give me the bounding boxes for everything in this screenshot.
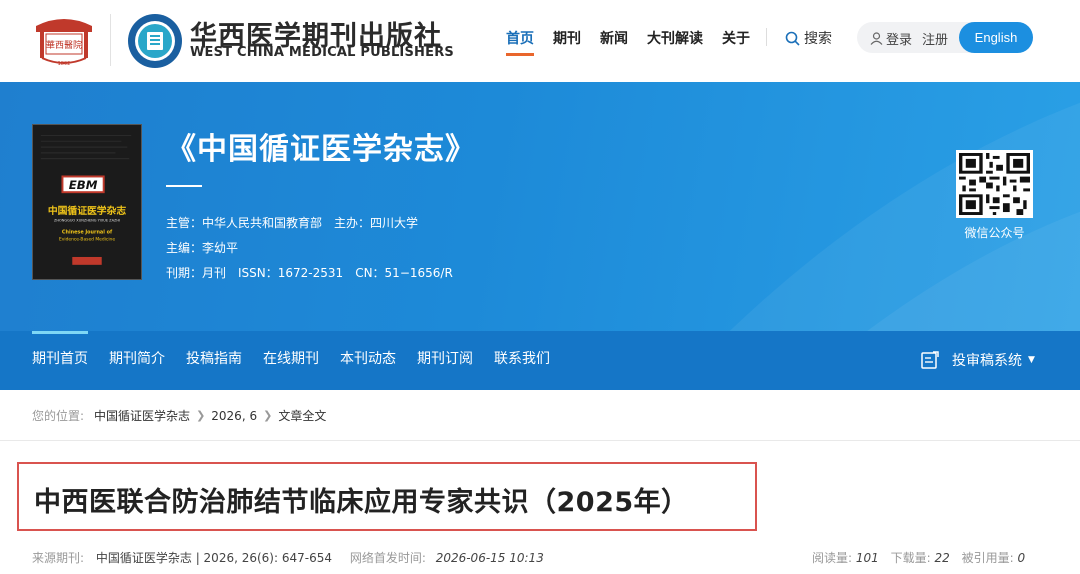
review-system-dropdown[interactable]: 投审稿系统 ▼ (920, 350, 1035, 370)
english-language-button[interactable]: English (959, 22, 1033, 53)
qr-code-icon (959, 153, 1030, 215)
nav-interpretation[interactable]: 大刊解读 (647, 28, 703, 56)
logo-divider (110, 14, 111, 66)
publisher-emblem-logo[interactable] (126, 12, 184, 70)
register-link[interactable]: 注册 (922, 29, 948, 48)
journal-cover-image[interactable]: EBM 中国循证医学杂志 ZHONGGUO XUNZHENG YIXUE ZAZ… (32, 124, 142, 280)
meta-cn: CN：51−1656/R (355, 266, 453, 280)
breadcrumb-issue[interactable]: 2026, 6 (211, 409, 257, 423)
journal-meta-issn: 刊期：月刊 ISSN：1672-2531 CN：51−1656/R (166, 264, 465, 281)
breadcrumb-journal[interactable]: 中国循证医学杂志 (94, 407, 190, 424)
search-label: 搜索 (804, 31, 832, 47)
svg-text:ZHONGGUO XUNZHENG YIXUE ZAZHI: ZHONGGUO XUNZHENG YIXUE ZAZHI (54, 219, 120, 223)
meta-supervisor: 主管：中华人民共和国教育部 (166, 216, 323, 230)
source-label: 来源期刊: (32, 551, 85, 565)
svg-text:1892: 1892 (58, 61, 71, 67)
subnav-journal-news[interactable]: 本刊动态 (340, 331, 396, 390)
user-icon (870, 32, 883, 45)
subnav-online-issues[interactable]: 在线期刊 (263, 331, 319, 390)
chevron-right-icon: ❯ (263, 409, 273, 422)
top-header: 華西醫院 1892 华西医学期刊出版社 WEST CHINA MEDICAL P… (0, 0, 1080, 82)
subnav-journal-home[interactable]: 期刊首页 (32, 331, 88, 390)
publisher-name-en: WEST CHINA MEDICAL PUBLISHERS (190, 45, 454, 60)
article-title: 中西医联合防治肺结节临床应用专家共识（2025年） (34, 487, 689, 518)
breadcrumb-prefix: 您的位置: (32, 409, 85, 423)
subnav-submission-guide[interactable]: 投稿指南 (186, 331, 242, 390)
article-stats: 阅读量: 101 下载量: 22 被引用量: 0 (812, 549, 1025, 566)
journal-meta-sponsor: 主管：中华人民共和国教育部 主办：四川大学 (166, 214, 430, 231)
breadcrumb-current: 文章全文 (278, 409, 327, 423)
svg-text:Evidence-Based Medicine: Evidence-Based Medicine (59, 236, 115, 242)
journal-subnav: 期刊首页 期刊简介 投稿指南 在线期刊 本刊动态 期刊订阅 联系我们 投审稿系统… (0, 331, 1080, 390)
title-underline (166, 185, 202, 187)
nav-divider (766, 28, 767, 46)
online-date-label: 网络首发时间: (349, 551, 426, 565)
breadcrumb-bar: 您的位置: 中国循证医学杂志 ❯ 2026, 6 ❯ 文章全文 (0, 390, 1080, 441)
citations-count: 0 (1017, 551, 1026, 565)
reads-label: 阅读量: (812, 551, 853, 565)
article-title-highlight: 中西医联合防治肺结节临床应用专家共识（2025年） (17, 462, 757, 531)
reads-count: 101 (855, 551, 879, 565)
edit-document-icon (921, 351, 939, 369)
meta-frequency: 刊期：月刊 (166, 266, 227, 280)
journal-banner: EBM 中国循证医学杂志 ZHONGGUO XUNZHENG YIXUE ZAZ… (0, 82, 1080, 331)
wechat-qr-code (956, 150, 1033, 218)
login-link[interactable]: 登录 (870, 29, 912, 48)
search-icon (785, 31, 800, 46)
online-date-value: 2026-06-15 10:13 (435, 551, 544, 565)
nav-journals[interactable]: 期刊 (553, 28, 581, 56)
review-system-label: 投审稿系统 (952, 353, 1022, 369)
qr-code-label: 微信公众号 (964, 226, 1025, 240)
nav-home[interactable]: 首页 (506, 28, 534, 56)
svg-text:中国循证医学杂志: 中国循证医学杂志 (48, 204, 127, 217)
main-nav: 首页 期刊 新闻 大刊解读 关于 (506, 28, 769, 56)
nav-about[interactable]: 关于 (722, 28, 750, 56)
chevron-down-icon: ▼ (1028, 355, 1035, 365)
citations-label: 被引用量: (961, 551, 1014, 565)
west-china-hospital-logo[interactable]: 華西醫院 1892 (32, 12, 96, 68)
subnav-journal-intro[interactable]: 期刊简介 (109, 331, 165, 390)
nav-news[interactable]: 新闻 (600, 28, 628, 56)
login-label: 登录 (886, 33, 913, 48)
meta-sponsor: 主办：四川大学 (334, 216, 419, 230)
breadcrumb: 您的位置: 中国循证医学杂志 ❯ 2026, 6 ❯ 文章全文 (32, 407, 326, 424)
source-value[interactable]: 中国循证医学杂志 | 2026, 26(6): 647-654 (96, 551, 332, 565)
svg-text:華西醫院: 華西醫院 (46, 39, 82, 51)
search-button[interactable]: 搜索 (785, 28, 832, 48)
svg-text:EBM: EBM (69, 178, 98, 192)
subnav-contact-us[interactable]: 联系我们 (494, 331, 550, 390)
journal-title: 《中国循证医学杂志》 (166, 132, 476, 167)
subnav-subscription[interactable]: 期刊订阅 (417, 331, 473, 390)
downloads-label: 下载量: (890, 551, 931, 565)
downloads-count: 22 (934, 551, 950, 565)
svg-text:Chinese Journal of: Chinese Journal of (62, 229, 113, 235)
article-source-line: 来源期刊: 中国循证医学杂志 | 2026, 26(6): 647-654 网络… (32, 549, 544, 566)
meta-issn: ISSN：1672-2531 (238, 266, 344, 280)
chevron-right-icon: ❯ (196, 409, 206, 422)
journal-meta-editor: 主编：李幼平 (166, 241, 239, 255)
